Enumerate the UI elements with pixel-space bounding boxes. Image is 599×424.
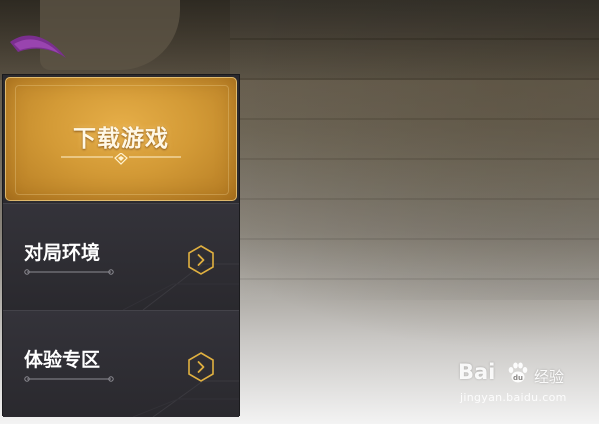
- watermark-logo-text: Bai: [458, 360, 496, 384]
- menu-item-match-environment[interactable]: 对局环境: [3, 203, 239, 310]
- label-underline-decoration: [24, 376, 114, 382]
- download-game-button[interactable]: 下载游戏: [5, 77, 237, 201]
- menu-item-label: 对局环境: [24, 242, 101, 264]
- svg-text:du: du: [513, 374, 523, 382]
- download-game-label: 下载游戏: [73, 126, 169, 152]
- chevron-right-icon[interactable]: [185, 244, 217, 276]
- watermark-url: jingyan.baidu.com: [460, 391, 567, 404]
- baidu-jingyan-watermark: Bai du 经验 jingyan.baidu.com: [458, 360, 593, 408]
- background-wall: [230, 0, 599, 300]
- menu-item-label: 体验专区: [24, 349, 101, 371]
- purple-wing-decoration: [10, 35, 66, 58]
- chevron-right-icon[interactable]: [185, 351, 217, 383]
- menu-item-experience-zone[interactable]: 体验专区: [3, 310, 239, 417]
- watermark-cn-text: 经验: [534, 368, 565, 386]
- label-underline-decoration: [24, 269, 114, 275]
- side-menu-panel: 下载游戏 对局环境 体验专区: [2, 74, 240, 417]
- baidu-paw-icon: du: [508, 362, 528, 383]
- ornament-divider-icon: [61, 153, 181, 165]
